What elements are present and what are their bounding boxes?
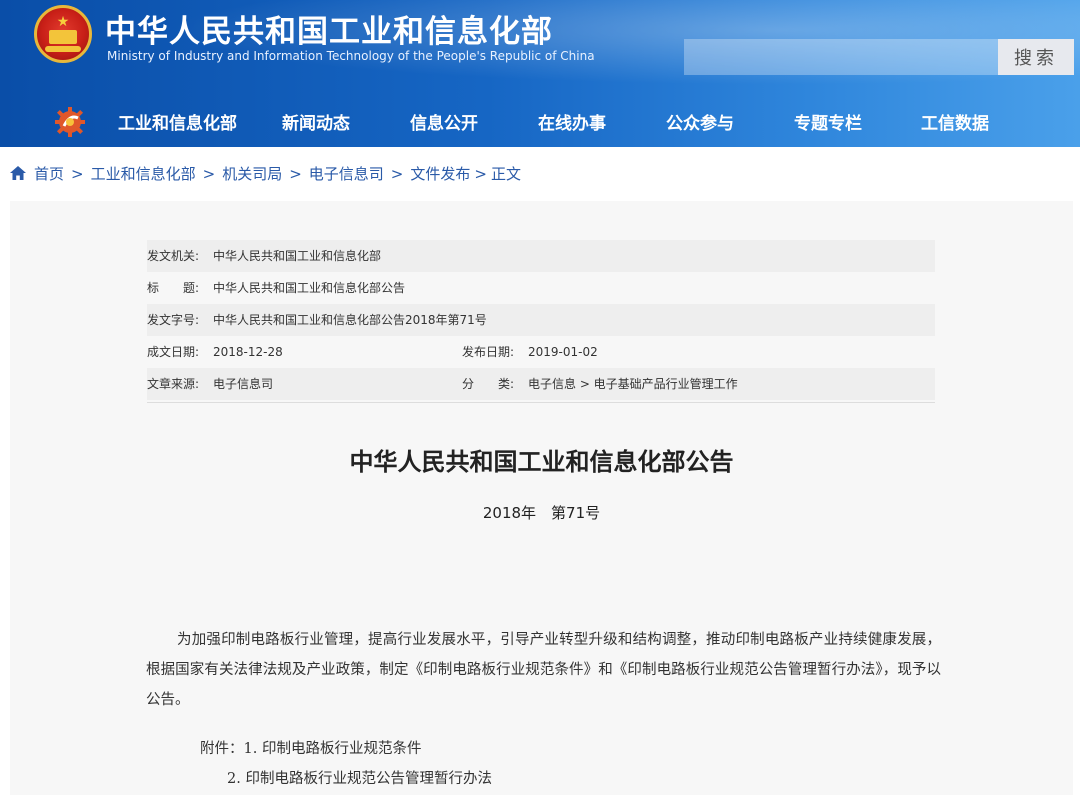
meta-docno-value: 中华人民共和国工业和信息化部公告2018年第71号 <box>213 313 487 327</box>
search-button[interactable]: 搜索 <box>998 39 1074 75</box>
nav-item-special-topics[interactable]: 专题专栏 <box>794 106 862 142</box>
emblem-base <box>45 46 81 52</box>
meta-divider <box>147 402 935 403</box>
breadcrumb-separator: > <box>289 165 302 183</box>
meta-published-label: 发布日期: <box>462 345 515 359</box>
document-meta-table: 发文机关: 中华人民共和国工业和信息化部 标 题: 中华人民共和国工业和信息化部… <box>147 240 935 400</box>
meta-row-title: 标 题: 中华人民共和国工业和信息化部公告 <box>147 272 935 304</box>
nav-item-info-disclosure[interactable]: 信息公开 <box>410 106 478 142</box>
site-title-cn[interactable]: 中华人民共和国工业和信息化部 <box>105 6 553 51</box>
meta-row-source: 文章来源: 电子信息司 分 类: 电子信息 > 电子基础产品行业管理工作 <box>147 368 935 400</box>
meta-published-value: 2019-01-02 <box>528 345 598 359</box>
meta-source-label: 文章来源: <box>147 377 200 391</box>
document-title: 中华人民共和国工业和信息化部公告 <box>349 448 734 476</box>
breadcrumb-separator: > <box>202 165 216 183</box>
breadcrumb-home[interactable]: 首页 <box>34 165 64 183</box>
meta-row-dates: 成文日期: 2018-12-28 发布日期: 2019-01-02 <box>147 336 935 368</box>
breadcrumb-electronics-dept[interactable]: 电子信息司 <box>309 165 384 183</box>
breadcrumb-current: 正文 <box>490 165 521 183</box>
nav-item-miit[interactable]: 工业和信息化部 <box>118 106 237 142</box>
site-header: ★ 中华人民共和国工业和信息化部 Ministry of Industry an… <box>0 0 1080 147</box>
attachment-2[interactable]: 2. 印制电路板行业规范公告管理暂行办法 <box>227 767 492 788</box>
gear-logo-icon <box>55 107 85 137</box>
emblem-star: ★ <box>56 14 70 30</box>
meta-row-issuer: 发文机关: 中华人民共和国工业和信息化部 <box>147 240 935 272</box>
meta-source-value: 电子信息司 <box>213 377 274 391</box>
document-body: 为加强印制电路板行业管理，提高行业发展水平，引导产业转型升级和结构调整，推动印制… <box>146 632 941 708</box>
meta-category-label: 分 类: <box>462 377 515 391</box>
meta-row-docno: 发文字号: 中华人民共和国工业和信息化部公告2018年第71号 <box>147 304 935 336</box>
home-icon[interactable] <box>10 166 26 180</box>
meta-written-label: 成文日期: <box>147 345 200 359</box>
national-emblem-icon[interactable]: ★ <box>34 5 92 63</box>
nav-item-data[interactable]: 工信数据 <box>921 106 989 142</box>
meta-issuer-value: 中华人民共和国工业和信息化部 <box>213 249 382 263</box>
meta-written-value: 2018-12-28 <box>213 345 283 359</box>
meta-issuer-label: 发文机关: <box>147 249 200 263</box>
nav-item-online-services[interactable]: 在线办事 <box>538 106 606 142</box>
attachment-1[interactable]: 附件：1. 印制电路板行业规范条件 <box>200 737 421 758</box>
meta-title-label: 标 题: <box>147 281 200 295</box>
nav-item-news[interactable]: 新闻动态 <box>282 106 350 142</box>
document-number: 2018年 第71号 <box>482 504 601 522</box>
meta-title-value: 中华人民共和国工业和信息化部公告 <box>213 281 406 295</box>
breadcrumb-documents[interactable]: 文件发布 <box>410 165 470 183</box>
search-input[interactable] <box>684 39 998 75</box>
meta-docno-label: 发文字号: <box>147 313 200 327</box>
breadcrumb-separator: > <box>390 165 404 183</box>
breadcrumb-separator: > <box>474 165 487 183</box>
breadcrumb: 首页 > 工业和信息化部 > 机关司局 > 电子信息司 > 文件发布 > 正文 <box>10 162 521 186</box>
nav-item-public-participation[interactable]: 公众参与 <box>666 106 734 142</box>
breadcrumb-miit[interactable]: 工业和信息化部 <box>91 165 196 183</box>
breadcrumb-departments[interactable]: 机关司局 <box>222 165 282 183</box>
site-title-en: Ministry of Industry and Information Tec… <box>107 49 595 63</box>
emblem-gate <box>49 30 77 44</box>
breadcrumb-separator: > <box>71 165 84 183</box>
meta-category-value[interactable]: 电子信息 > 电子基础产品行业管理工作 <box>528 368 738 400</box>
